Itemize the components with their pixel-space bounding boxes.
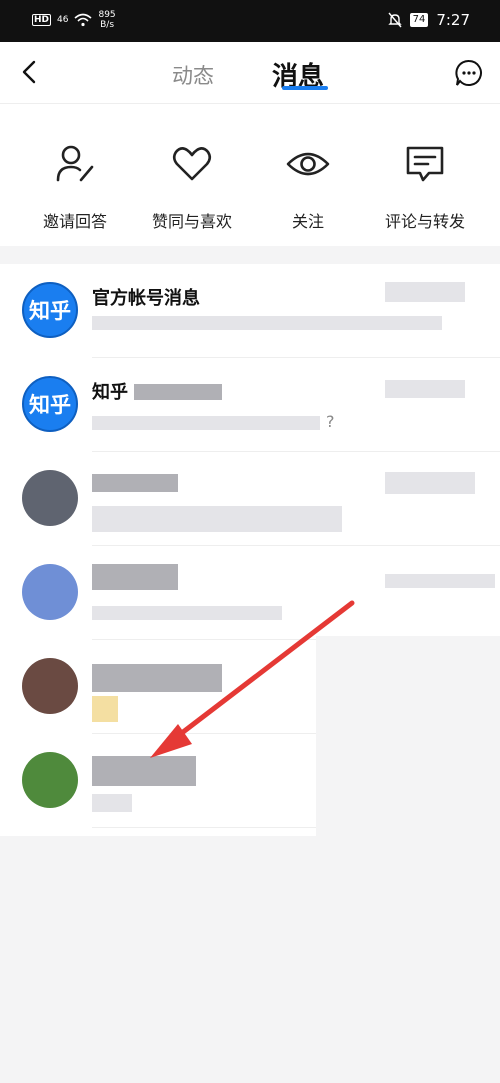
back-arrow-icon[interactable] xyxy=(18,60,42,84)
list-item[interactable]: 知乎 知乎 ? xyxy=(0,358,500,452)
active-tab-indicator xyxy=(282,86,328,90)
message-categories: 邀请回答 赞同与喜欢 关注 评论与转发 xyxy=(0,104,500,246)
eye-icon xyxy=(286,152,330,176)
avatar: 知乎 xyxy=(22,376,78,432)
avatar xyxy=(22,470,78,526)
net-speed-value: 895 xyxy=(98,10,116,20)
category-label: 赞同与喜欢 xyxy=(151,212,232,231)
preview-suffix: ? xyxy=(326,412,335,431)
emoji-blurred xyxy=(92,696,118,722)
avatar xyxy=(22,752,78,808)
timestamp-blurred xyxy=(385,380,465,398)
signal-label: 46 xyxy=(57,15,69,25)
title-blurred xyxy=(92,756,196,786)
list-item[interactable] xyxy=(0,546,500,640)
timestamp-blurred xyxy=(385,472,475,494)
title-blurred xyxy=(92,564,178,590)
status-left: HD 46 895 B/s xyxy=(32,10,116,30)
list-item[interactable] xyxy=(0,452,500,546)
category-label: 关注 xyxy=(291,212,324,231)
title-blurred xyxy=(92,474,178,492)
preview-text-blurred xyxy=(92,316,442,330)
top-navigation: 动态 消息 xyxy=(0,42,500,104)
preview-text-blurred xyxy=(92,606,282,620)
comment-icon xyxy=(406,146,444,182)
category-upvote-like[interactable]: 赞同与喜欢 xyxy=(137,142,247,232)
chat-icon[interactable] xyxy=(455,59,483,87)
net-speed: 895 B/s xyxy=(98,10,115,30)
avatar xyxy=(22,658,78,714)
category-label: 邀请回答 xyxy=(42,212,107,231)
battery-indicator: 74 xyxy=(409,13,429,27)
hd-badge: HD xyxy=(32,14,52,26)
message-title: 知乎 xyxy=(92,382,128,403)
clock: 7:27 xyxy=(436,11,470,29)
category-label: 评论与转发 xyxy=(384,212,465,231)
category-invite-answer[interactable]: 邀请回答 xyxy=(20,142,130,232)
wifi-icon xyxy=(74,13,92,27)
preview-text-blurred xyxy=(92,506,342,532)
status-bar: HD 46 895 B/s 74 7:27 xyxy=(0,0,500,42)
list-item[interactable]: 知乎 官方帐号消息 xyxy=(0,264,500,358)
title-blurred xyxy=(92,664,222,692)
timestamp-blurred xyxy=(385,282,465,302)
message-title: 官方帐号消息 xyxy=(92,288,200,309)
status-right: 74 7:27 xyxy=(387,11,470,29)
net-speed-unit: B/s xyxy=(100,20,115,30)
avatar: 知乎 xyxy=(22,282,78,338)
person-pen-icon xyxy=(56,145,94,182)
category-comment-repost[interactable]: 评论与转发 xyxy=(370,142,480,232)
category-follow[interactable]: 关注 xyxy=(253,142,363,232)
timestamp-blurred xyxy=(385,574,495,588)
preview-text-blurred xyxy=(92,416,320,430)
heart-icon xyxy=(172,147,212,181)
title-suffix-blurred xyxy=(134,384,222,400)
avatar xyxy=(22,564,78,620)
bell-muted-icon xyxy=(387,12,402,28)
empty-area xyxy=(316,636,500,836)
preview-text-blurred xyxy=(92,794,132,812)
tab-dynamic[interactable]: 动态 xyxy=(172,60,214,90)
